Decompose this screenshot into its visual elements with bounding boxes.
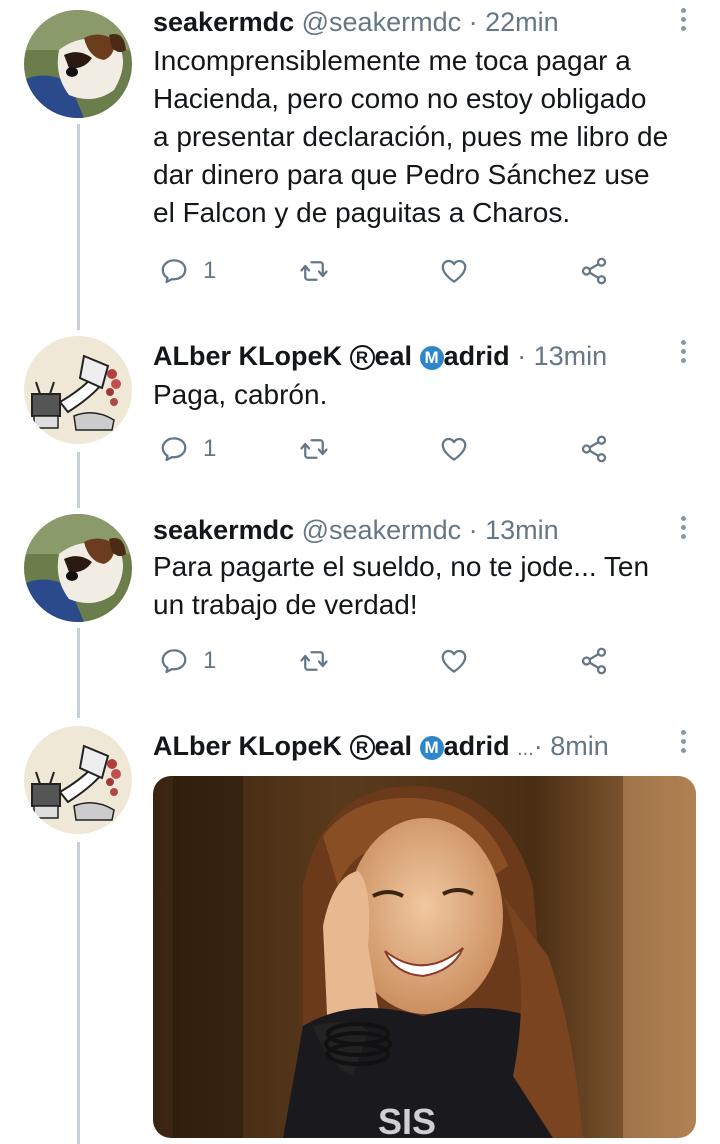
tweet[interactable]: seakermdc @seakermdc · 22min Incomprensi… (0, 0, 720, 330)
tweet-actions: 1 (153, 256, 633, 290)
share-icon (581, 435, 607, 463)
tweet-text: Incomprensiblemente me toca pagar a Haci… (153, 42, 698, 232)
timestamp[interactable]: 8min (550, 731, 609, 761)
dog-avatar-image (24, 514, 132, 622)
like-button[interactable] (439, 256, 469, 290)
heart-icon (441, 437, 467, 461)
cartoon-avatar-image (24, 726, 132, 834)
text-line: Incomprensiblemente me toca pagar a (153, 45, 631, 76)
tweet[interactable]: seakermdc @seakermdc · 13min Para pagart… (0, 510, 720, 720)
display-name[interactable]: ALber KLopeK Real Madrid (153, 731, 510, 761)
heart-icon (441, 259, 467, 283)
share-icon (581, 257, 607, 285)
tweet-header: ALber KLopeK Real Madrid ...· 8min (153, 726, 692, 766)
name-part: adrid (443, 731, 510, 761)
text-line: Para pagarte el sueldo, no te jode... Te… (153, 551, 650, 582)
share-button[interactable] (579, 646, 609, 680)
display-name[interactable]: seakermdc (153, 7, 294, 37)
reply-button[interactable]: 1 (159, 256, 216, 290)
name-part: ALber KLopeK (153, 731, 350, 761)
tweet-header: seakermdc @seakermdc · 22min (153, 2, 692, 42)
retweet-icon (300, 261, 328, 281)
like-button[interactable] (439, 434, 469, 468)
more-vertical-icon[interactable] (680, 730, 688, 756)
reply-count: 1 (203, 647, 217, 674)
tweet-media-image[interactable]: SIS (153, 776, 696, 1138)
share-icon (581, 647, 607, 675)
avatar-cartoon[interactable] (24, 726, 132, 834)
share-button[interactable] (579, 256, 609, 290)
tweet-header: ALber KLopeK Real Madrid · 13min (153, 336, 692, 376)
registered-badge: R (349, 345, 375, 370)
separator: · (468, 515, 478, 545)
reply-icon (161, 437, 187, 462)
separator: · (517, 341, 527, 371)
tweet[interactable]: ALber KLopeK Real Madrid ...· 8min SIS (0, 726, 720, 1144)
dog-avatar-image (24, 10, 132, 118)
reply-button[interactable]: 1 (159, 646, 216, 680)
text-line: el Falcon y de paguitas a Charos. (153, 197, 571, 228)
text-line: dar dinero para que Pedro Sánchez use (153, 159, 650, 190)
reply-count: 1 (203, 435, 217, 462)
tweet-text: Paga, cabrón. (153, 376, 698, 414)
tweet-text: Para pagarte el sueldo, no te jode... Te… (153, 548, 698, 624)
reply-icon (161, 259, 187, 284)
timestamp[interactable]: 22min (485, 7, 559, 37)
m-badge: M (419, 346, 444, 370)
avatar-cartoon[interactable] (24, 336, 132, 444)
heart-icon (441, 649, 467, 673)
separator: · (533, 731, 543, 761)
reply-icon (161, 649, 187, 674)
tweet-actions: 1 (153, 434, 633, 468)
text-line: un trabajo de verdad! (153, 589, 418, 620)
avatar-dog[interactable] (24, 514, 132, 622)
name-part: eal (374, 341, 420, 371)
tweet-header: seakermdc @seakermdc · 13min (153, 510, 692, 550)
retweet-button[interactable] (299, 646, 329, 680)
display-name[interactable]: seakermdc (153, 515, 294, 545)
share-button[interactable] (579, 434, 609, 468)
text-line: a presentar declaración, pues me libro d… (153, 121, 669, 152)
tweet[interactable]: ALber KLopeK Real Madrid · 13min Paga, c… (0, 336, 720, 506)
separator: · (468, 7, 478, 37)
photo-smiling-woman: SIS (153, 776, 696, 1138)
avatar-dog[interactable] (24, 10, 132, 118)
shirt-text: SIS (378, 1101, 436, 1138)
reply-count: 1 (203, 257, 217, 284)
text-line: Paga, cabrón. (153, 379, 328, 410)
name-part: ALber KLopeK (153, 341, 350, 371)
user-handle[interactable]: @seakermdc (302, 7, 461, 37)
display-name[interactable]: ALber KLopeK Real Madrid (153, 341, 510, 371)
more-vertical-icon[interactable] (680, 340, 688, 366)
retweet-icon (300, 439, 328, 459)
timestamp[interactable]: 13min (534, 341, 608, 371)
more-vertical-icon[interactable] (680, 516, 688, 542)
name-part: adrid (443, 341, 510, 371)
more-vertical-icon[interactable] (680, 8, 688, 34)
like-button[interactable] (439, 646, 469, 680)
reply-button[interactable]: 1 (159, 434, 216, 468)
retweet-button[interactable] (299, 256, 329, 290)
text-line: Hacienda, pero como no estoy obligado (153, 83, 647, 114)
ellipsis: ... (517, 738, 534, 760)
cartoon-avatar-image (24, 336, 132, 444)
m-badge: M (419, 736, 444, 760)
user-handle[interactable]: @seakermdc (302, 515, 461, 545)
registered-badge: R (349, 735, 375, 760)
retweet-icon (300, 651, 328, 671)
timestamp[interactable]: 13min (485, 515, 559, 545)
tweet-actions: 1 (153, 646, 633, 680)
retweet-button[interactable] (299, 434, 329, 468)
name-part: eal (374, 731, 420, 761)
